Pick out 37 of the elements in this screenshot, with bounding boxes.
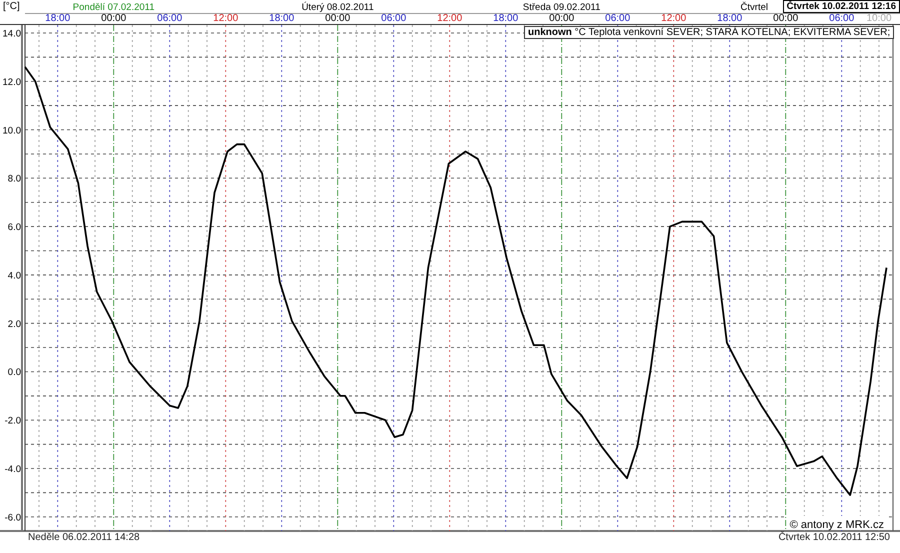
- value-tick-label: 8.0: [8, 174, 21, 185]
- value-tick-label: 2.0: [8, 318, 21, 330]
- time-tick-label: 00:00: [773, 13, 798, 24]
- time-tick-label: 18:00: [717, 13, 742, 24]
- end-time-label: Čtvrtek 10.02.2011 12:50: [778, 532, 890, 544]
- value-tick-label: 14.0: [2, 28, 21, 40]
- time-tick-label: 00:00: [549, 13, 574, 24]
- value-tick-label: -2.0: [4, 416, 21, 427]
- day-label: Pondělí 07.02.2011: [72, 1, 154, 13]
- value-tick-label: 10.0: [2, 125, 21, 136]
- time-tick-label: 12:00: [661, 13, 686, 24]
- value-tick-label: -6.0: [4, 512, 21, 524]
- legend-text: unknown °C Teplota venkovní SEVER; STARÁ KOTELNA; EKVITERMA SEVER;: [524, 26, 894, 39]
- day-label: Středa 09.02.2011: [522, 1, 600, 13]
- time-tick-label: 06:00: [157, 13, 182, 24]
- time-tick-label: 06:00: [381, 13, 406, 24]
- value-tick-label: 4.0: [8, 270, 21, 282]
- time-tick-label: 00:00: [101, 13, 126, 24]
- time-tick-label: 18:00: [493, 13, 518, 24]
- time-tick-label: 00:00: [325, 13, 350, 24]
- time-tick-label: 18:00: [45, 13, 70, 24]
- value-tick-label: 0.0: [8, 367, 21, 378]
- day-label: Úterý 08.02.2011: [302, 0, 374, 13]
- current-date-field: Čtvrtek 10.02.2011 12:16: [782, 0, 900, 13]
- value-tick-label: 6.0: [8, 222, 21, 234]
- time-tick-label: 10:00: [866, 13, 892, 24]
- time-tick-label: 06:00: [829, 13, 854, 24]
- time-tick-label: 18:00: [269, 13, 294, 24]
- copyright-text: © antony z MRK.cz: [790, 519, 884, 531]
- start-time-label: Neděle 06.02.2011 14:28: [28, 532, 140, 544]
- time-tick-label: 12:00: [437, 13, 462, 24]
- value-tick-label: -4.0: [4, 464, 21, 475]
- time-tick-label: 12:00: [213, 13, 238, 24]
- day-label: Čtvrtel: [740, 0, 768, 13]
- value-tick-label: 12.0: [2, 76, 21, 88]
- time-tick-label: 06:00: [605, 13, 630, 24]
- unit-label: [°C]: [3, 1, 20, 13]
